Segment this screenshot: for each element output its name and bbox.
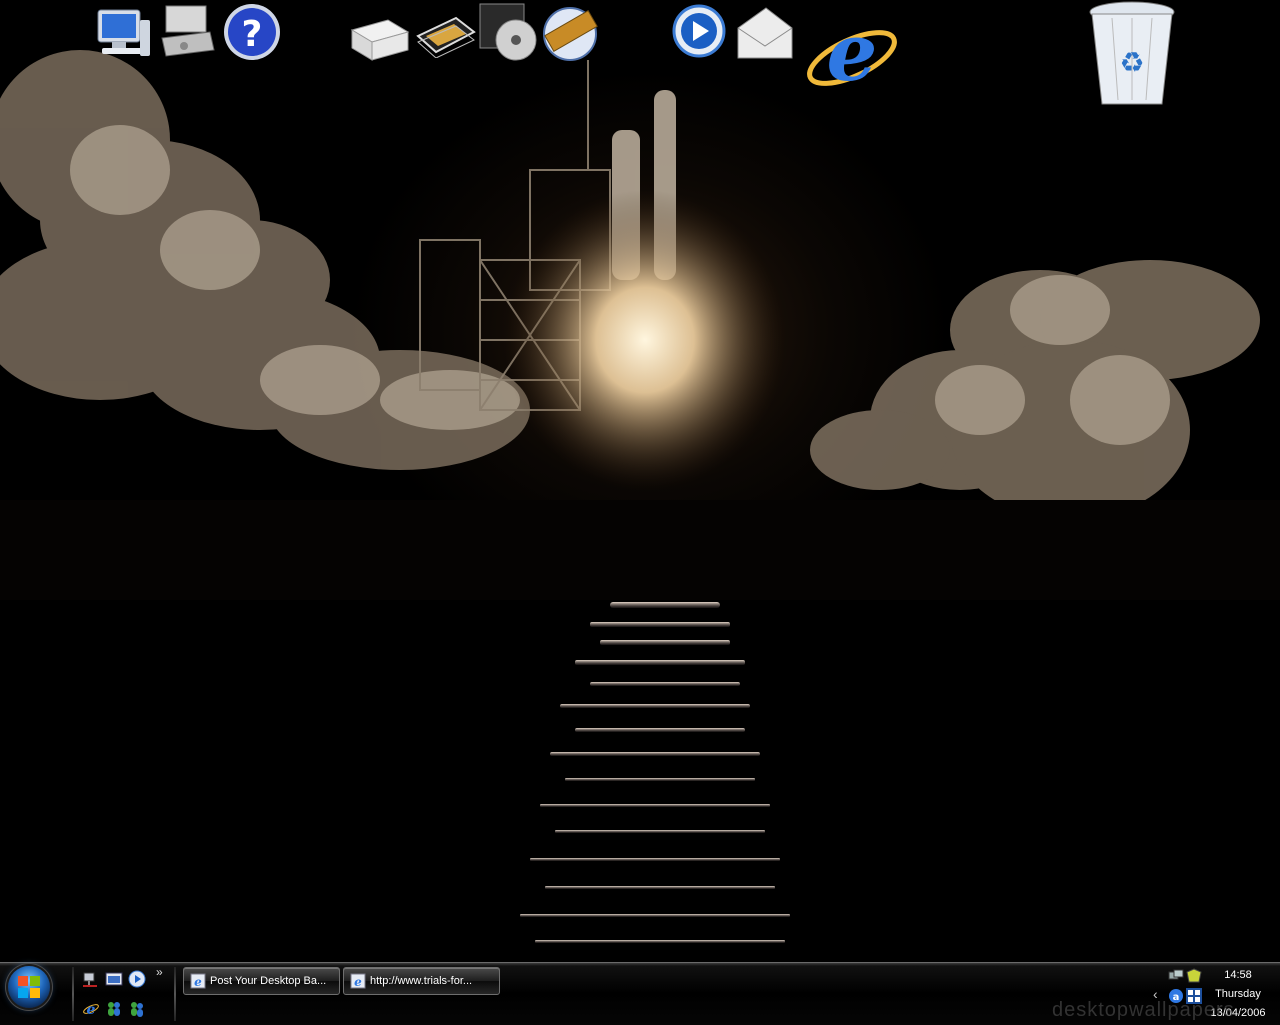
media-player-icon[interactable]: [128, 970, 146, 988]
svg-text:?: ?: [242, 14, 263, 55]
media-player-icon[interactable]: [672, 4, 728, 60]
internet-explorer-icon[interactable]: e: [82, 1000, 100, 1018]
windows-logo-icon: [18, 976, 40, 998]
taskbar: » e e Post Your Desktop Ba... e http://w…: [0, 962, 1280, 1025]
task-label: Post Your Desktop Ba...: [210, 975, 327, 987]
clock-time[interactable]: 14:58: [1198, 969, 1278, 981]
svg-text:e: e: [827, 5, 878, 99]
task-label: http://www.trials-for...: [370, 975, 473, 987]
taskbar-divider: [72, 967, 74, 1021]
svg-text:♻: ♻: [1119, 46, 1144, 79]
shuttle-launch-scene: [0, 50, 1280, 943]
svg-text:e: e: [194, 975, 202, 989]
desktop-wallpaper: [0, 0, 1280, 962]
start-button[interactable]: [8, 966, 50, 1008]
network-icon[interactable]: [1168, 968, 1184, 984]
quick-launch-overflow[interactable]: »: [156, 965, 163, 979]
network-icon[interactable]: [82, 970, 100, 988]
network-drive-icon[interactable]: [160, 2, 216, 60]
svg-text:e: e: [354, 975, 362, 989]
printer-icon[interactable]: [348, 10, 410, 62]
recycle-bin-icon[interactable]: ♻: [1088, 0, 1178, 112]
movie-maker-icon[interactable]: [540, 2, 602, 62]
mail-icon[interactable]: [734, 2, 796, 64]
messenger-icon[interactable]: [105, 1000, 123, 1018]
messenger-icon[interactable]: [128, 1000, 146, 1018]
taskbar-divider: [174, 967, 176, 1021]
show-desktop-icon[interactable]: [105, 970, 123, 988]
photo-gallery-icon[interactable]: [416, 14, 476, 58]
task-button-trials-for[interactable]: e http://www.trials-for...: [343, 967, 500, 995]
internet-explorer-icon[interactable]: e: [802, 4, 904, 106]
help-icon[interactable]: ?: [222, 2, 282, 62]
svg-text:e: e: [87, 1002, 96, 1018]
wallpaper-watermark: desktopwallpapers: [1052, 999, 1235, 1021]
cd-burner-icon[interactable]: [478, 2, 540, 62]
task-button-post-your-desktop[interactable]: e Post Your Desktop Ba...: [183, 967, 340, 995]
internet-explorer-icon: e: [350, 973, 366, 989]
internet-explorer-icon: e: [190, 973, 206, 989]
my-computer-icon[interactable]: [94, 6, 154, 60]
